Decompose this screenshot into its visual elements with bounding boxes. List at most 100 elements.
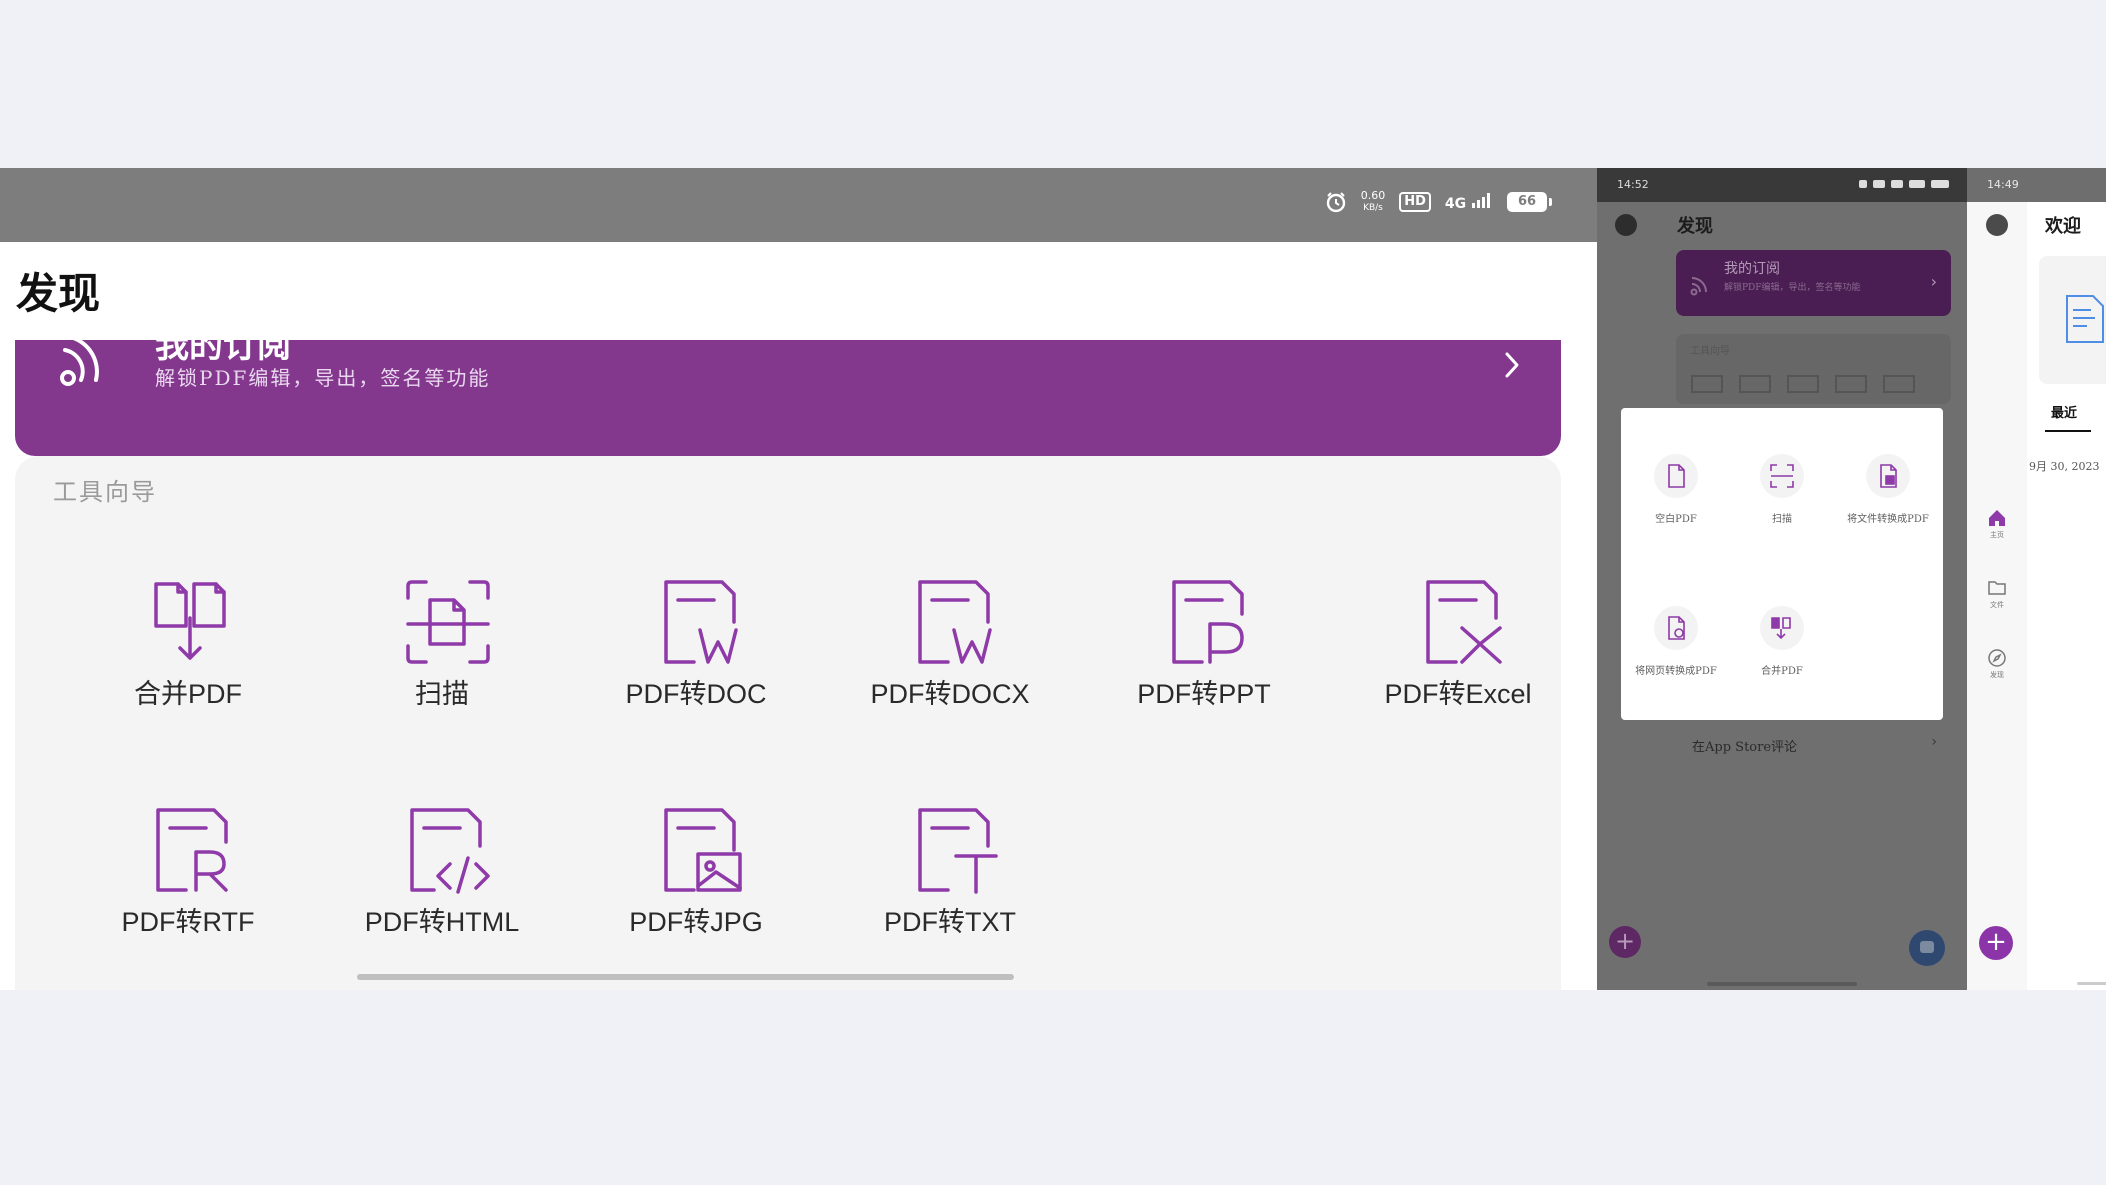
- tool-label: 扫描: [415, 679, 469, 709]
- sheet-item-blank-pdf[interactable]: 空白PDF: [1621, 454, 1731, 544]
- scroll-indicator[interactable]: [1707, 982, 1857, 986]
- hd-icon: HD: [1399, 192, 1431, 212]
- chevron-right-icon: ›: [1931, 734, 1937, 750]
- tool-icons-row: [1691, 375, 1915, 393]
- rss-icon: [1690, 277, 1707, 296]
- tool-label: PDF转PPT: [1137, 679, 1271, 709]
- pdf-to-ppt-icon: [1172, 580, 1244, 664]
- chat-fab-button[interactable]: [1909, 930, 1945, 966]
- rail-item-label: 主页: [1990, 531, 2004, 539]
- review-label: 在App Store评论: [1692, 740, 1798, 755]
- tool-label: 合并PDF: [134, 679, 242, 709]
- tool-merge-pdf[interactable]: 合并PDF: [88, 578, 288, 738]
- sheet-item-label: 扫描: [1772, 514, 1792, 525]
- page-title: 发现: [16, 269, 101, 318]
- web-to-pdf-icon: [1668, 616, 1685, 640]
- sheet-item-scan[interactable]: 扫描: [1727, 454, 1837, 544]
- screenshot-stage: 0.60 KB/s HD 4G 66 发现 我的订阅 解锁PDF编辑，导出，签名…: [0, 0, 2106, 1185]
- rail-item-files[interactable]: 文件: [1977, 578, 2017, 618]
- status-icons: 0.60 KB/s HD 4G 66: [1325, 190, 1552, 214]
- subscription-title: 我的订阅: [1724, 261, 1780, 277]
- status-time: 14:49: [1987, 178, 2019, 191]
- speed-unit: KB/s: [1363, 203, 1383, 213]
- tool-pdf-to-excel[interactable]: PDF转Excel: [1358, 578, 1558, 738]
- tool-label: PDF转DOC: [625, 679, 767, 709]
- avatar[interactable]: [1986, 214, 2008, 236]
- rail-item-home[interactable]: 主页: [1977, 508, 2017, 548]
- document-icon: [2066, 295, 2104, 343]
- tool-label: PDF转DOCX: [870, 679, 1030, 709]
- scroll-indicator[interactable]: [2077, 982, 2106, 985]
- tool-pdf-to-ppt[interactable]: PDF转PPT: [1104, 578, 1304, 738]
- pdf-to-txt-icon: [918, 808, 998, 894]
- tool-label: PDF转TXT: [884, 907, 1016, 937]
- status-icons: [1859, 180, 1949, 188]
- rss-icon: [60, 340, 99, 386]
- home-icon: [1989, 510, 2005, 526]
- add-button[interactable]: +: [1979, 926, 2013, 960]
- sheet-item-web-to-pdf[interactable]: 将网页转换成PDF: [1621, 606, 1731, 696]
- sheet-item-merge-pdf[interactable]: 合并PDF: [1727, 606, 1837, 696]
- status-bar: 14:49: [1967, 168, 2106, 202]
- pdf-to-html-icon: [410, 808, 490, 894]
- create-bottom-sheet: 空白PDF 扫描 将文件转换成PDF 将网页转换成PDF 合并PDF: [1621, 408, 1943, 720]
- network-type: 4G: [1445, 192, 1493, 212]
- avatar[interactable]: [1615, 214, 1637, 236]
- tool-pdf-to-doc[interactable]: PDF转DOC: [596, 578, 796, 738]
- rail-item-label: 文件: [1990, 601, 2004, 609]
- blank-pdf-icon: [1668, 464, 1685, 488]
- tab-recent[interactable]: 最近: [2051, 402, 2077, 421]
- chevron-right-icon: ›: [1930, 272, 1937, 291]
- status-bar: 0.60 KB/s HD 4G 66: [0, 168, 1597, 242]
- tool-pdf-to-txt[interactable]: PDF转TXT: [850, 806, 1050, 966]
- merge-pdf-icon: [1771, 617, 1791, 640]
- rail-item-discover[interactable]: 发现: [1977, 648, 2017, 688]
- pdf-to-docx-icon: [918, 580, 992, 664]
- signal-icon: [1472, 193, 1490, 208]
- middle-phone-panel: 14:52 发现 我的订阅 解锁PDF编辑，导出，签名等功能 › 工具向导 空白…: [1597, 168, 1967, 990]
- scan-icon: [1770, 464, 1794, 488]
- page-title: 欢迎: [2045, 216, 2081, 237]
- tools-card: 工具向导: [1676, 334, 1951, 404]
- tool-pdf-to-jpg[interactable]: PDF转JPG: [596, 806, 796, 966]
- sheet-item-label: 空白PDF: [1655, 514, 1697, 525]
- network-speed: 0.60 KB/s: [1361, 190, 1386, 214]
- battery-icon: 66: [1507, 192, 1552, 212]
- tool-scan[interactable]: 扫描: [342, 578, 542, 738]
- subscription-banner[interactable]: 我的订阅 解锁PDF编辑，导出，签名等功能 ›: [1676, 250, 1951, 316]
- folder-icon: [1988, 581, 2006, 595]
- tool-pdf-to-rtf[interactable]: PDF转RTF: [88, 806, 288, 966]
- app-store-review-row[interactable]: 在App Store评论 ›: [1676, 724, 1951, 764]
- subscription-description: 解锁PDF编辑，导出，签名等功能: [1724, 283, 1861, 293]
- main-phone-panel: 0.60 KB/s HD 4G 66 发现 我的订阅 解锁PDF编辑，导出，签名…: [0, 168, 1597, 990]
- tool-pdf-to-docx[interactable]: PDF转DOCX: [850, 578, 1050, 738]
- network-label: 4G: [1444, 196, 1467, 212]
- alarm-icon: [1326, 192, 1345, 213]
- scroll-indicator[interactable]: [357, 974, 1014, 980]
- sheet-item-label: 合并PDF: [1761, 666, 1803, 677]
- tools-section-label: 工具向导: [53, 478, 157, 506]
- tools-card: 工具向导 合并PDF 扫描 PDF转DOC PDF转DOCX PDF转PPT P…: [15, 456, 1561, 990]
- scan-icon: [406, 580, 490, 664]
- pdf-to-rtf-icon: [156, 808, 228, 892]
- merge-pdf-icon: [154, 582, 226, 660]
- nav-rail: 主页 文件 发现 +: [1967, 202, 2027, 990]
- speed-value: 0.60: [1360, 189, 1386, 202]
- tool-pdf-to-html[interactable]: PDF转HTML: [342, 806, 542, 966]
- subscription-banner[interactable]: 我的订阅 解锁PDF编辑，导出，签名等功能: [15, 340, 1561, 456]
- pdf-to-excel-icon: [1426, 580, 1502, 664]
- status-time: 14:52: [1617, 178, 1649, 191]
- file-to-pdf-icon: [1880, 464, 1897, 488]
- status-bar: 14:52: [1597, 168, 1967, 202]
- recent-file-card[interactable]: [2039, 256, 2106, 384]
- file-date: 9月 30, 2023: [2029, 460, 2100, 473]
- sheet-item-label: 将网页转换成PDF: [1635, 666, 1717, 677]
- pdf-to-jpg-icon: [664, 808, 742, 892]
- page-title: 发现: [1677, 216, 1713, 237]
- tool-label: PDF转Excel: [1384, 679, 1532, 709]
- sheet-item-label: 将文件转换成PDF: [1847, 514, 1929, 525]
- rail-item-label: 发现: [1990, 671, 2004, 679]
- add-button[interactable]: +: [1609, 926, 1641, 958]
- sheet-item-file-to-pdf[interactable]: 将文件转换成PDF: [1833, 454, 1943, 544]
- right-phone-panel: 14:49 主页 文件 发现 + 欢迎 最近 9月 30, 2023: [1967, 168, 2106, 990]
